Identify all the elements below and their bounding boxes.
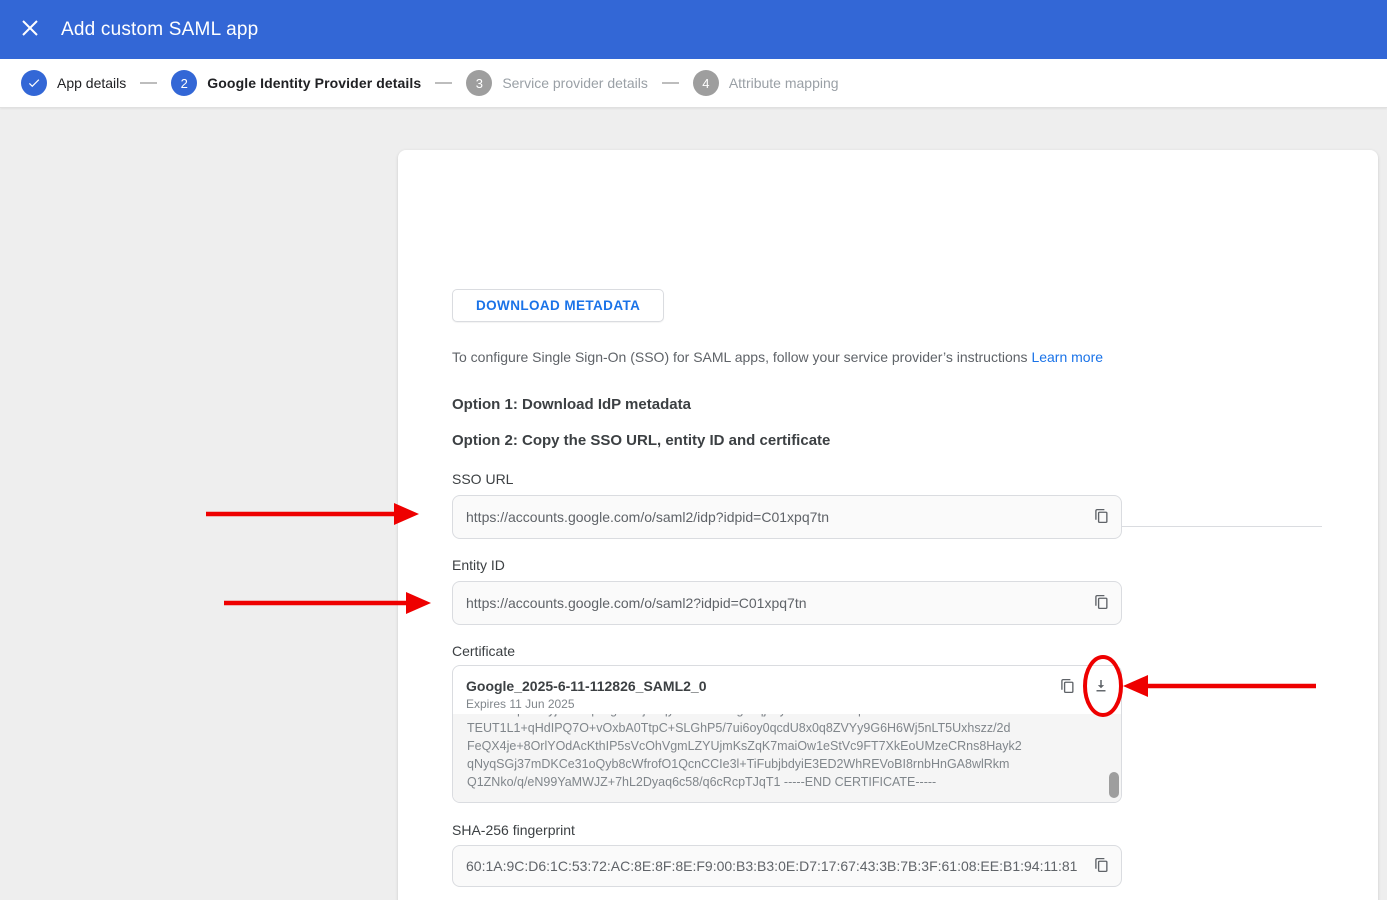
certificate-scrollbar-thumb[interactable] [1109, 772, 1119, 798]
sso-url-field[interactable]: https://accounts.google.com/o/saml2/idp?… [452, 495, 1122, 539]
option2-heading: Option 2: Copy the SSO URL, entity ID an… [452, 432, 830, 449]
copy-icon [1058, 677, 1076, 698]
copy-certificate-button[interactable] [1053, 673, 1081, 701]
red-arrow-sso-url [206, 503, 419, 525]
step-label: Service provider details [502, 75, 648, 91]
download-icon [1092, 677, 1110, 698]
sha256-field[interactable]: 60:1A:9C:D6:1C:53:72:AC:8E:8F:8E:F9:00:B… [452, 845, 1122, 887]
entity-id-field[interactable]: https://accounts.google.com/o/saml2?idpi… [452, 581, 1122, 625]
step-label: App details [57, 75, 126, 91]
idp-details-panel: To configure Single Sign-On (SSO) for SA… [398, 150, 1378, 900]
step-google-idp-details[interactable]: 2 Google Identity Provider details [171, 70, 421, 96]
option1-heading: Option 1: Download IdP metadata [452, 396, 691, 413]
close-button[interactable] [12, 12, 48, 48]
step-label: Google Identity Provider details [207, 75, 421, 91]
certificate-name: Google_2025-6-11-112826_SAML2_0 [466, 678, 706, 694]
certificate-label: Certificate [452, 643, 515, 659]
step-connector [662, 82, 679, 84]
certificate-card: Google_2025-6-11-112826_SAML2_0 Expires … [452, 665, 1122, 803]
copy-icon [1092, 507, 1110, 528]
copy-icon [1092, 593, 1110, 614]
step-check-icon [21, 70, 47, 96]
dialog-title: Add custom SAML app [61, 19, 258, 41]
entity-id-value: https://accounts.google.com/o/saml2?idpi… [466, 595, 807, 611]
step-number: 3 [466, 70, 492, 96]
certificate-expiry: Expires 11 Jun 2025 [466, 697, 575, 711]
dialog-header: Add custom SAML app [0, 0, 1387, 59]
certificate-body-scroll-area[interactable]: cMwnsoqecxwyjsMcnqowgxeszjcwqyosMexnc/wg… [453, 714, 1121, 802]
download-metadata-button[interactable]: DOWNLOAD METADATA [452, 289, 664, 322]
entity-id-label: Entity ID [452, 557, 505, 573]
step-connector [140, 82, 157, 84]
download-certificate-button[interactable] [1087, 673, 1115, 701]
sso-url-label: SSO URL [452, 471, 513, 487]
intro-text: To configure Single Sign-On (SSO) for SA… [452, 349, 1103, 365]
copy-sha256-button[interactable] [1087, 852, 1115, 880]
certificate-body-text: cMwnsoqecxwyjsMcnqowgxeszjcwqyosMexnc/wg… [467, 714, 1107, 791]
sha256-value: 60:1A:9C:D6:1C:53:72:AC:8E:8F:8E:F9:00:B… [466, 858, 1077, 874]
close-icon [21, 19, 39, 40]
sha256-label: SHA-256 fingerprint [452, 822, 575, 838]
step-number: 2 [171, 70, 197, 96]
step-connector [435, 82, 452, 84]
learn-more-link[interactable]: Learn more [1031, 349, 1103, 365]
wizard-stepper: App details 2 Google Identity Provider d… [0, 59, 1387, 108]
copy-entity-id-button[interactable] [1087, 589, 1115, 617]
step-attribute-mapping: 4 Attribute mapping [693, 70, 839, 96]
sso-url-value: https://accounts.google.com/o/saml2/idp?… [466, 509, 829, 525]
step-service-provider-details: 3 Service provider details [466, 70, 648, 96]
intro-text-body: To configure Single Sign-On (SSO) for SA… [452, 349, 1031, 365]
copy-icon [1092, 856, 1110, 877]
step-app-details[interactable]: App details [21, 70, 126, 96]
copy-sso-url-button[interactable] [1087, 503, 1115, 531]
step-number: 4 [693, 70, 719, 96]
step-label: Attribute mapping [729, 75, 839, 91]
